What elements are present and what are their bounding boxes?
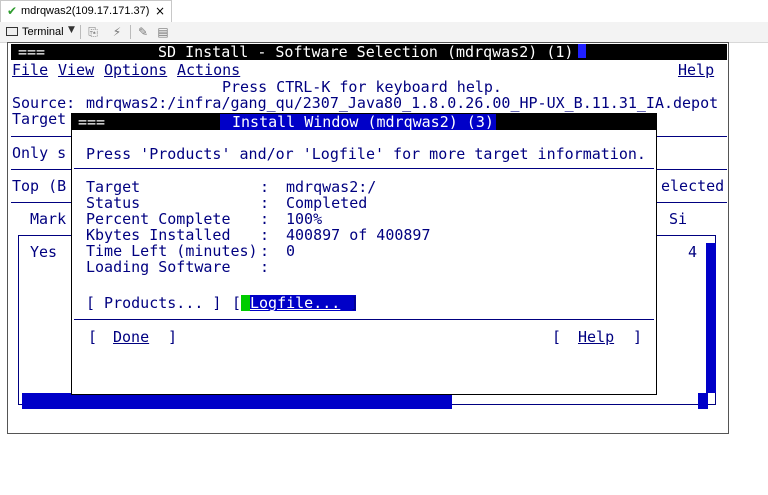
field-target-label: Target	[86, 178, 141, 196]
field-target-sep: :	[260, 178, 270, 196]
divider	[74, 319, 654, 320]
field-kbytes-value: 400897 of 400897	[286, 226, 431, 244]
column-mark: Mark	[30, 210, 67, 228]
column-size: Si	[669, 210, 688, 228]
horizontal-scrollbar[interactable]	[22, 393, 452, 409]
copy-icon[interactable]: ⎘	[86, 25, 100, 39]
field-status-label: Status	[86, 194, 141, 212]
install-window-dashes: ===	[78, 113, 106, 131]
logfile-bracket-close: ]	[350, 294, 360, 312]
toolbar-divider	[130, 25, 131, 39]
divider	[74, 168, 654, 169]
field-loading-sep: :	[260, 258, 270, 276]
terminal-icon	[6, 27, 18, 36]
source-value: mdrqwas2:/infra/gang_qu/2307_Java80_1.8.…	[86, 94, 719, 112]
help-bracket-close: ]	[633, 328, 643, 346]
done-button[interactable]: Done	[113, 329, 149, 345]
top-label: Top (B	[12, 177, 67, 195]
row-mark-yes[interactable]: Yes	[30, 244, 57, 260]
scroll-right-arrow[interactable]	[698, 393, 708, 409]
lightning-icon[interactable]: ⚡	[110, 25, 124, 39]
field-percent-label: Percent Complete	[86, 210, 231, 228]
done-bracket-close: ]	[168, 328, 178, 346]
toolbar: Terminal ▼ ⎘ ⚡ ✎ ▤	[0, 22, 768, 43]
field-kbytes-sep: :	[260, 226, 270, 244]
field-percent-value: 100%	[286, 210, 323, 228]
field-status-sep: :	[260, 194, 270, 212]
install-window-title: Install Window (mdrqwas2) (3)	[232, 113, 494, 131]
vertical-scrollbar[interactable]	[706, 243, 716, 393]
sd-install-title: SD Install - Software Selection (mdrqwas…	[158, 43, 574, 61]
menu-file[interactable]: File	[12, 62, 48, 78]
document-icon[interactable]: ▤	[156, 25, 170, 39]
products-button[interactable]: [ Products... ]	[86, 295, 221, 311]
edit-icon[interactable]: ✎	[136, 25, 150, 39]
menu-options[interactable]: Options	[104, 62, 167, 78]
target-label: Target	[12, 110, 67, 128]
help-bracket-open: [	[552, 328, 562, 346]
close-icon[interactable]: ×	[155, 4, 165, 18]
menu-actions[interactable]: Actions	[177, 62, 240, 78]
terminal-menu-button[interactable]: Terminal	[22, 26, 64, 38]
source-label: Source:	[12, 94, 76, 112]
logfile-button-label[interactable]: Logfile...	[250, 295, 340, 311]
field-timeleft-label: Time Left (minutes)	[86, 242, 258, 260]
help-button[interactable]: Help	[578, 329, 614, 345]
focus-cursor	[241, 295, 250, 311]
field-target-value: mdrqwas2:/	[286, 178, 377, 196]
tab-bar: ✔ mdrqwas2(109.17.171.37) ×	[0, 0, 768, 22]
toolbar-divider	[80, 25, 81, 39]
only-selected-text: Only s	[12, 144, 67, 162]
info-text: Press 'Products' and/or 'Logfile' for mo…	[86, 145, 646, 163]
chevron-down-icon[interactable]: ▼	[68, 25, 75, 35]
row-size: 4	[688, 243, 698, 261]
session-tab[interactable]: ✔ mdrqwas2(109.17.171.37) ×	[0, 0, 172, 22]
logfile-bracket-open: [	[232, 294, 242, 312]
field-percent-sep: :	[260, 210, 270, 228]
field-status-value: Completed	[286, 194, 368, 212]
check-icon: ✔	[7, 4, 18, 18]
done-bracket-open: [	[88, 328, 98, 346]
field-loading-label: Loading Software	[86, 258, 231, 276]
field-timeleft-value: 0	[286, 242, 296, 260]
session-tab-title: mdrqwas2(109.17.171.37)	[21, 5, 150, 17]
menu-help[interactable]: Help	[678, 62, 714, 78]
text-cursor	[578, 44, 586, 58]
install-window: === Install Window (mdrqwas2) (3) Press …	[71, 113, 657, 395]
title-dashes: ===	[18, 43, 46, 61]
field-kbytes-label: Kbytes Installed	[86, 226, 231, 244]
selected-count-label: elected	[661, 177, 725, 195]
keyboard-hint: Press CTRL-K for keyboard help.	[222, 78, 502, 96]
field-timeleft-sep: :	[260, 242, 270, 260]
menu-view[interactable]: View	[58, 62, 94, 78]
terminal-screen[interactable]: === SD Install - Software Selection (mdr…	[7, 42, 729, 434]
